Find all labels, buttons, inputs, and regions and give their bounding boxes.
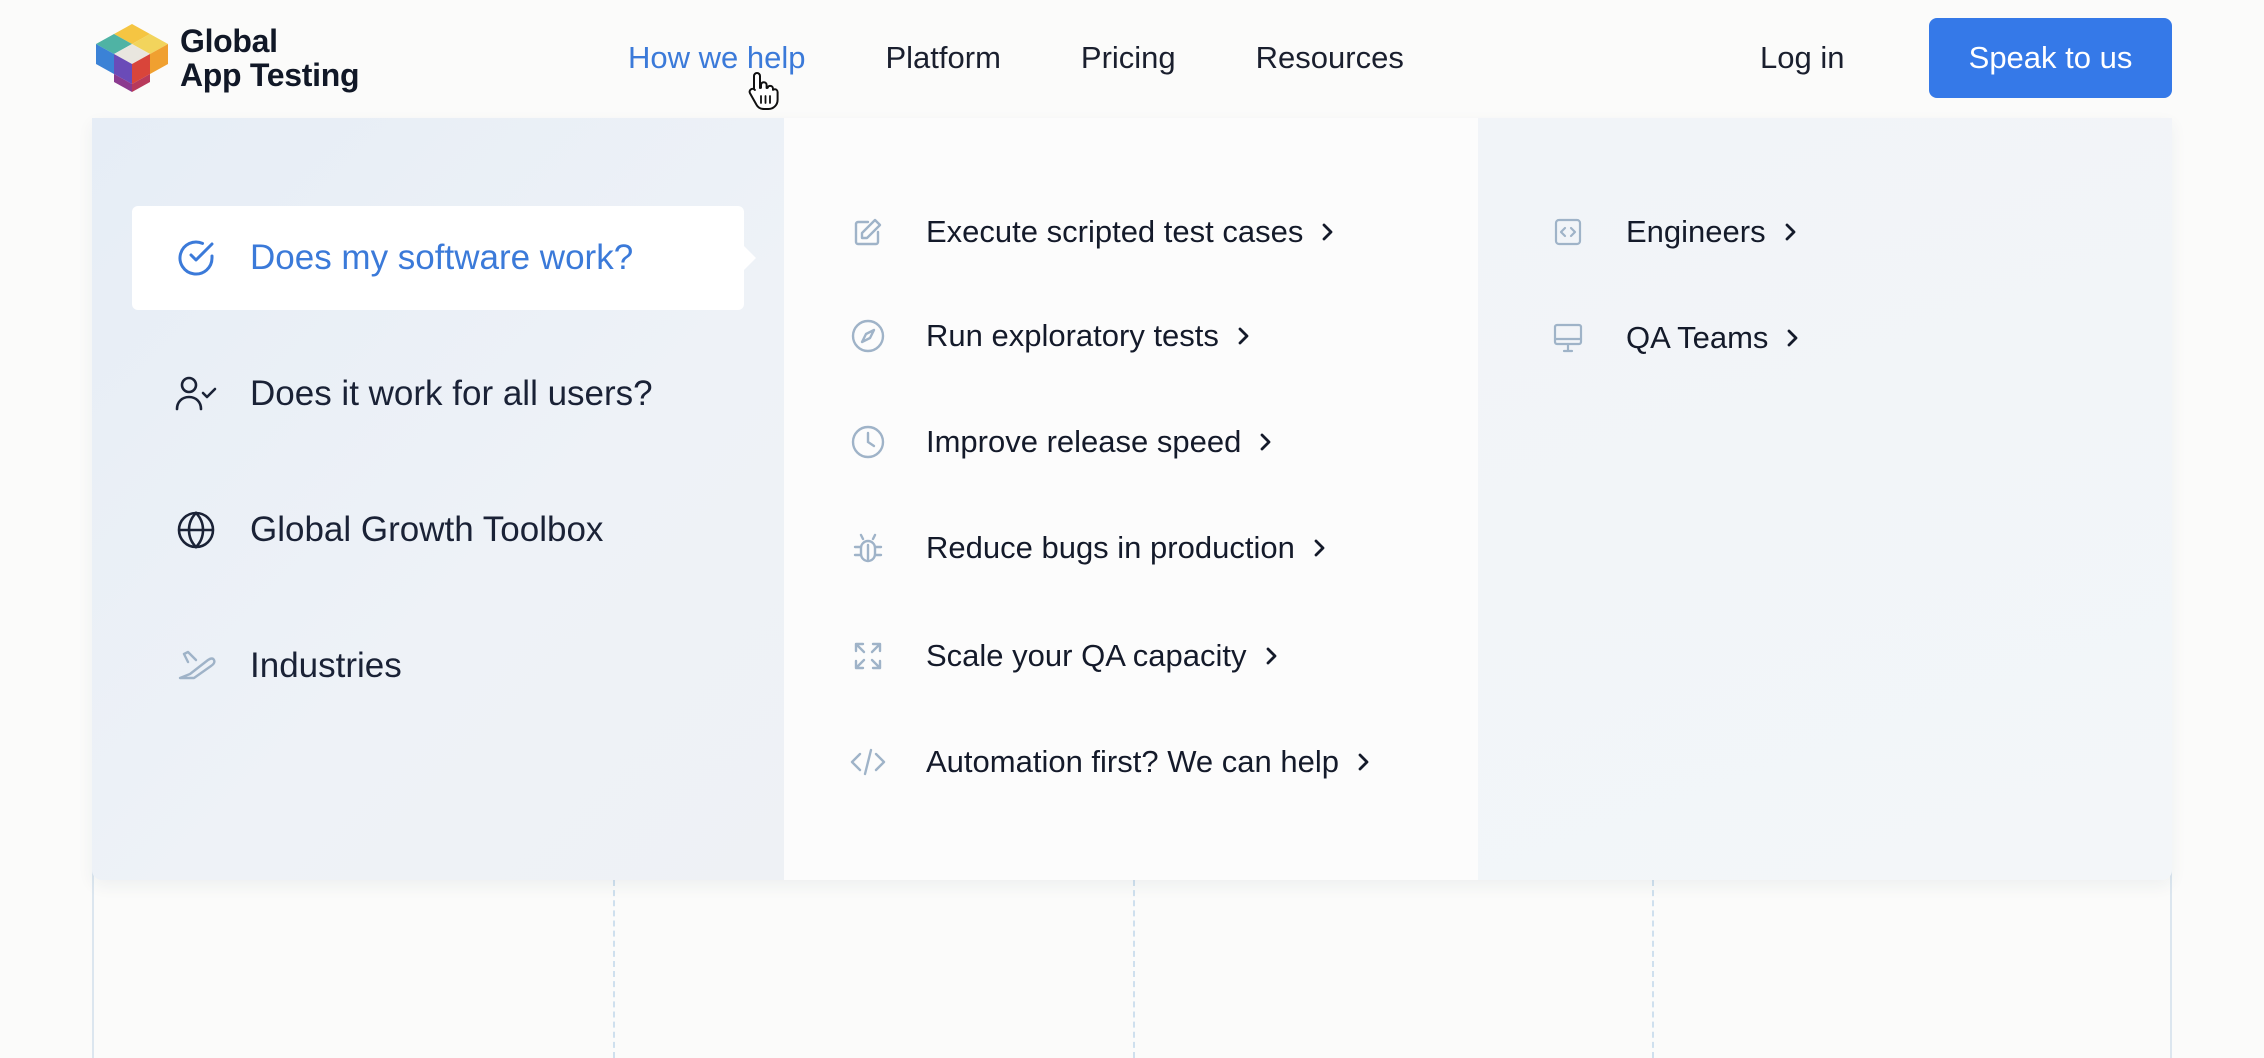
link-label: Execute scripted test cases — [926, 214, 1304, 249]
expand-icon — [850, 638, 886, 674]
grid-divider — [1133, 880, 1135, 1058]
link-label: Run exploratory tests — [926, 318, 1219, 353]
check-circle-icon — [174, 236, 218, 280]
link-label: QA Teams — [1626, 320, 1769, 355]
category-industries[interactable]: Industries — [132, 614, 744, 718]
bug-icon — [850, 530, 886, 566]
nav-pricing[interactable]: Pricing — [1081, 36, 1176, 80]
chevron-right-icon — [1322, 223, 1333, 241]
link-label: Reduce bugs in production — [926, 530, 1295, 565]
hexagon-logo-icon — [96, 24, 168, 92]
category-does-it-work-for-all-users[interactable]: Does it work for all users? — [132, 342, 744, 446]
brand-line-2: App Testing — [180, 57, 360, 93]
link-engineers[interactable]: Engineers — [1550, 214, 1800, 250]
link-scale-your-qa-capacity[interactable]: Scale your QA capacity — [850, 638, 1281, 674]
menu-audiences: Engineers QA Teams — [1478, 118, 2172, 880]
link-run-exploratory-tests[interactable]: Run exploratory tests — [850, 318, 1253, 354]
menu-solutions: Execute scripted test cases Run explorat… — [784, 118, 1478, 880]
link-label: Improve release speed — [926, 424, 1242, 459]
brand-name: Global App Testing — [180, 23, 360, 93]
login-link[interactable]: Log in — [1760, 36, 1844, 80]
link-improve-release-speed[interactable]: Improve release speed — [850, 424, 1275, 460]
chevron-right-icon — [1266, 647, 1276, 665]
menu-categories: Does my software work? Does it work for … — [92, 118, 784, 880]
category-label: Does my software work? — [250, 238, 634, 277]
clock-icon — [850, 424, 886, 460]
link-label: Scale your QA capacity — [926, 638, 1247, 673]
category-does-my-software-work[interactable]: Does my software work? — [132, 206, 756, 310]
code-icon — [850, 744, 886, 780]
nav-resources[interactable]: Resources — [1256, 36, 1404, 80]
chevron-right-icon — [1785, 223, 1795, 241]
monitor-icon — [1550, 320, 1586, 356]
nav-platform[interactable]: Platform — [885, 36, 1000, 80]
speak-to-us-button[interactable]: Speak to us — [1929, 18, 2172, 98]
user-check-icon — [174, 372, 218, 416]
plane-icon — [174, 644, 218, 688]
grid-divider — [613, 880, 615, 1058]
compass-icon — [850, 318, 886, 354]
category-label: Global Growth Toolbox — [250, 510, 604, 549]
link-label: Engineers — [1626, 214, 1766, 249]
site-header: Global App Testing How we help Platform … — [0, 0, 2264, 118]
link-automation-first[interactable]: Automation first? We can help — [850, 744, 1373, 780]
chevron-right-icon — [1314, 539, 1325, 557]
hand-cursor-icon — [748, 72, 779, 110]
brand-line-1: Global — [180, 23, 278, 59]
chevron-right-icon — [1358, 753, 1369, 771]
chevron-right-icon — [1238, 327, 1249, 345]
code-box-icon — [1550, 214, 1586, 250]
category-global-growth-toolbox[interactable]: Global Growth Toolbox — [132, 478, 744, 582]
chevron-right-icon — [1788, 329, 1798, 347]
globe-icon — [174, 508, 218, 552]
link-qa-teams[interactable]: QA Teams — [1550, 320, 1802, 356]
pencil-icon — [850, 214, 886, 250]
category-label: Industries — [250, 646, 402, 685]
link-label: Automation first? We can help — [926, 744, 1339, 779]
link-reduce-bugs-in-production[interactable]: Reduce bugs in production — [850, 530, 1329, 566]
category-label: Does it work for all users? — [250, 374, 653, 413]
grid-divider — [1652, 880, 1654, 1058]
brand-logo[interactable]: Global App Testing — [92, 22, 360, 94]
link-execute-scripted-test-cases[interactable]: Execute scripted test cases — [850, 214, 1337, 250]
chevron-right-icon — [1260, 433, 1271, 451]
mega-menu: Does my software work? Does it work for … — [92, 118, 2172, 880]
